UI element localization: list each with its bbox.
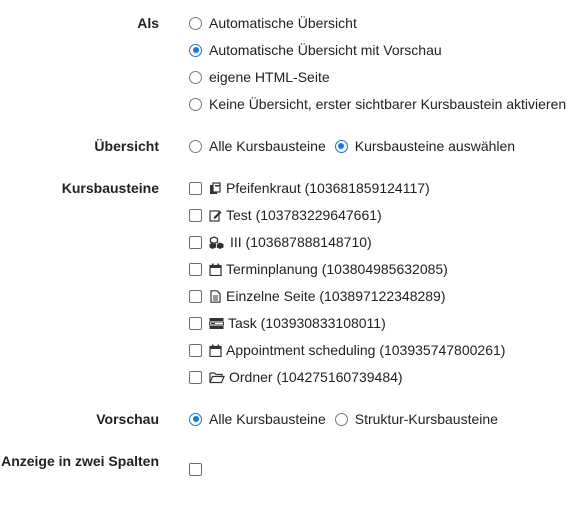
radio-button[interactable]: [334, 412, 348, 426]
radio-button[interactable]: [189, 43, 202, 57]
checkbox[interactable]: [189, 181, 202, 195]
vorschau-label: Vorschau: [96, 411, 159, 427]
zwei-spalten-label: Anzeige in zwei Spalten: [1, 453, 159, 469]
calendar-icon: [209, 344, 222, 357]
checkbox[interactable]: [189, 208, 202, 222]
item-label: Terminplanung (103804985632085): [226, 261, 448, 277]
tasks-icon: [209, 317, 224, 330]
course-node-item[interactable]: Ordner (104275160739484): [189, 368, 403, 386]
course-node-item[interactable]: Task (103930833108011): [189, 314, 386, 332]
kursbausteine-label: Kursbausteine: [61, 180, 159, 196]
option-label: Automatische Übersicht mit Vorschau: [209, 42, 442, 58]
radio-button[interactable]: [189, 70, 202, 84]
course-node-item[interactable]: Appointment scheduling (103935747800261): [189, 341, 505, 359]
option-label-alle[interactable]: Alle Kursbausteine: [209, 138, 326, 154]
item-label: Appointment scheduling (103935747800261): [226, 342, 506, 358]
item-label: Pfeifenkraut (103681859124117): [226, 180, 430, 196]
item-label: Einzelne Seite (103897122348289): [226, 288, 446, 304]
copy-icon: [209, 181, 222, 195]
course-node-item[interactable]: Test (103783229647661): [189, 206, 382, 224]
item-label: Test (103783229647661): [226, 207, 382, 223]
cubes-icon: [209, 235, 226, 249]
als-option-auto[interactable]: Automatische Übersicht: [189, 14, 357, 32]
edit-icon: [209, 209, 222, 222]
option-label: eigene HTML-Seite: [209, 69, 330, 85]
item-label: III (103687888148710): [230, 234, 372, 250]
als-option-auto-preview[interactable]: Automatische Übersicht mit Vorschau: [189, 41, 442, 59]
radio-button[interactable]: [189, 16, 202, 30]
option-label: Automatische Übersicht: [209, 15, 357, 31]
vorschau-options: Alle Kursbausteine Struktur-Kursbaustein…: [189, 410, 498, 428]
uebersicht-options: Alle Kursbausteine Kursbausteine auswähl…: [189, 137, 515, 155]
uebersicht-label: Übersicht: [94, 138, 159, 154]
radio-button[interactable]: [189, 97, 202, 111]
checkbox[interactable]: [189, 235, 202, 249]
radio-button[interactable]: [334, 139, 348, 153]
checkbox[interactable]: [189, 316, 202, 330]
als-option-none[interactable]: Keine Übersicht, erster sichtbarer Kursb…: [189, 95, 566, 113]
calendar-icon: [209, 263, 222, 276]
item-label: Task (103930833108011): [228, 315, 386, 331]
course-node-item[interactable]: Terminplanung (103804985632085): [189, 260, 448, 278]
checkbox[interactable]: [189, 370, 202, 384]
checkbox[interactable]: [189, 343, 202, 357]
zwei-spalten-option[interactable]: [189, 460, 209, 478]
checkbox[interactable]: [189, 462, 202, 476]
course-node-item[interactable]: III (103687888148710): [189, 233, 372, 251]
als-label: Als: [137, 15, 159, 31]
radio-button[interactable]: [189, 412, 202, 426]
course-node-item[interactable]: Einzelne Seite (103897122348289): [189, 287, 446, 305]
als-option-html[interactable]: eigene HTML-Seite: [189, 68, 330, 86]
option-label-auswaehlen[interactable]: Kursbausteine auswählen: [355, 138, 515, 154]
option-label-struktur[interactable]: Struktur-Kursbausteine: [355, 411, 498, 427]
option-label-alle[interactable]: Alle Kursbausteine: [209, 411, 326, 427]
folder-icon: [209, 371, 225, 384]
checkbox[interactable]: [189, 289, 202, 303]
course-node-item[interactable]: Pfeifenkraut (103681859124117): [189, 179, 430, 197]
radio-button[interactable]: [189, 139, 202, 153]
checkbox[interactable]: [189, 262, 202, 276]
option-label: Keine Übersicht, erster sichtbarer Kursb…: [209, 96, 567, 112]
file-icon: [209, 289, 222, 303]
item-label: Ordner (104275160739484): [229, 369, 403, 385]
